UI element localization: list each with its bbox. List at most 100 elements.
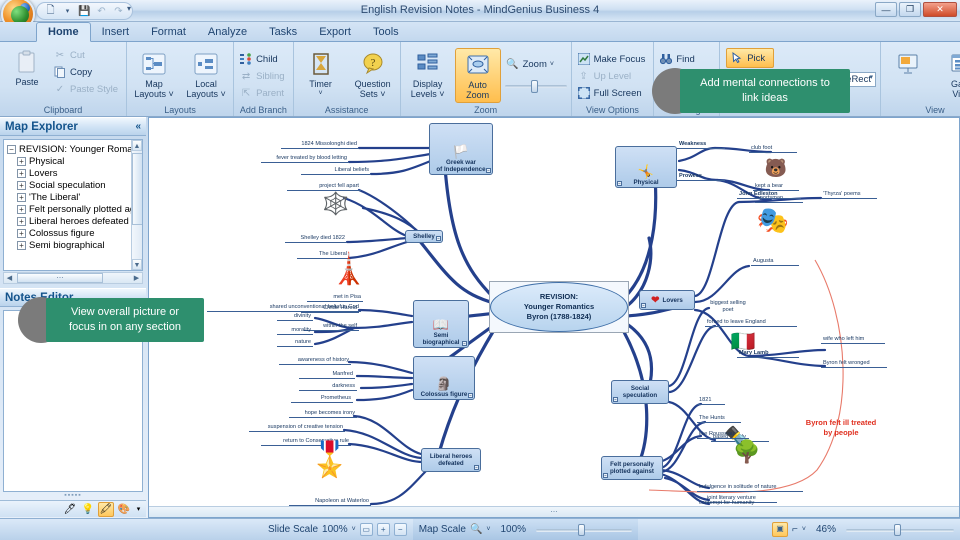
fit-to-window-icon[interactable]: ▣ <box>772 522 789 537</box>
presentation-view-button[interactable] <box>885 48 931 81</box>
mind-map-surface[interactable]: REVISION: Younger Romantics Byron (1788-… <box>149 118 959 517</box>
tree-expander-icon[interactable]: + <box>17 216 26 226</box>
leaf-fever-blood-letting[interactable]: fever treated by blood letting <box>261 155 349 163</box>
local-layouts-button[interactable]: Local Layouts ˅ <box>183 48 229 101</box>
tree-item-liberal-heroes-defeated[interactable]: + Liberal heroes defeated <box>4 215 142 227</box>
map-scale-slider[interactable] <box>536 523 633 536</box>
find-button[interactable]: Find <box>658 51 715 67</box>
tree-expander-icon[interactable]: + <box>17 228 26 238</box>
leaf-awareness-of-history[interactable]: awareness of history <box>279 357 351 365</box>
leaf-childe-harold[interactable]: Childe Harold <box>301 305 359 313</box>
collapse-marker-icon[interactable]: − <box>613 397 618 402</box>
tree-expander-icon[interactable]: + <box>17 192 26 202</box>
slide-zoom-in-button[interactable]: + <box>376 523 390 536</box>
center-node[interactable]: REVISION: Younger Romantics Byron (1788-… <box>489 281 629 333</box>
mind-map-canvas[interactable]: REVISION: Younger Romantics Byron (1788-… <box>148 117 960 518</box>
branch-lovers[interactable]: ❤ Lovers − <box>639 290 695 310</box>
map-scale-caret-icon[interactable]: ˅ <box>486 526 490 533</box>
zoom-slider-knob[interactable] <box>530 80 538 93</box>
tree-expander-icon[interactable]: + <box>17 204 26 214</box>
leaf-like-rousseau[interactable]: like Rousseau <box>697 431 749 439</box>
tree-item-social-speculation[interactable]: + Social speculation <box>4 179 142 191</box>
tree-horizontal-scrollbar[interactable]: ◀ ⋯ ▶ <box>3 272 143 284</box>
leaf-divinity[interactable]: divinity <box>277 313 313 321</box>
leaf-nature[interactable]: nature <box>277 339 313 347</box>
leaf-wife-who-left-him[interactable]: wife who left him <box>821 336 885 344</box>
scroll-up-icon[interactable]: ▲ <box>132 140 142 151</box>
leaf-1821[interactable]: 1821 <box>697 397 725 405</box>
slide-zoom-out-button[interactable]: − <box>393 523 407 536</box>
branch-physical[interactable]: 🤸 Physical − <box>615 146 677 188</box>
cut-button[interactable]: ✂ Cut <box>52 47 122 63</box>
scrollbar-thumb[interactable] <box>132 153 142 225</box>
leaf-club-foot[interactable]: club foot <box>749 145 797 153</box>
tree-root[interactable]: − REVISION: Younger Romantics B <box>4 143 142 155</box>
tree-item-felt-personally-plotted-against[interactable]: + Felt personally plotted agains <box>4 203 142 215</box>
map-layouts-button[interactable]: Map Layouts ˅ <box>131 48 177 101</box>
tab-insert[interactable]: Insert <box>91 23 141 41</box>
tree-item-semi-biographical[interactable]: + Semi biographical <box>4 239 142 251</box>
leaf-biggest-selling-poet[interactable]: biggest selling poet <box>705 300 751 314</box>
full-screen-button[interactable]: Full Screen <box>576 85 650 101</box>
question-bulb-icon[interactable]: 💡 <box>80 502 96 517</box>
leaf-forced-to-leave-england[interactable]: forced to leave England <box>705 319 797 327</box>
question-sets-button[interactable]: ? Question Sets ˅ <box>350 48 396 101</box>
slider-knob[interactable] <box>894 523 901 536</box>
collapse-marker-icon[interactable]: − <box>617 181 622 186</box>
palette-icon[interactable]: 🎨 <box>116 502 132 517</box>
auto-zoom-button[interactable]: Auto Zoom <box>454 48 501 103</box>
highlighter-icon[interactable]: 🖍 <box>98 501 114 517</box>
slide-fit-button[interactable]: ▭ <box>359 523 373 536</box>
leaf-missolonghi[interactable]: 1824 Missolonghi died <box>281 141 359 149</box>
branch-social-speculation[interactable]: Social speculation − <box>611 380 669 404</box>
tree-vertical-scrollbar[interactable]: ▲ ▼ <box>131 140 142 270</box>
leaf-shelley-died[interactable]: Shelley died 1822 <box>285 235 347 243</box>
leaf-weakness[interactable]: Weakness <box>677 141 725 149</box>
collapse-marker-icon[interactable]: − <box>436 236 441 241</box>
link-annotation[interactable]: Byron felt ill treated by people <box>789 418 893 438</box>
tree-expander-icon[interactable]: − <box>7 144 16 154</box>
slider-knob[interactable] <box>578 523 586 536</box>
branch-colossus-figure[interactable]: 🗿 Colossus figure − <box>413 356 475 400</box>
leaf-liberal-beliefs[interactable]: Liberal beliefs <box>301 167 371 175</box>
tab-home[interactable]: Home <box>36 22 91 42</box>
make-focus-button[interactable]: Make Focus <box>576 51 650 67</box>
collapse-marker-icon[interactable]: − <box>603 473 608 478</box>
tab-tools[interactable]: Tools <box>362 23 410 41</box>
leaf-thyrza-poems[interactable]: 'Thyrza' poems <box>821 191 877 199</box>
pick-button[interactable]: Pick <box>726 48 775 68</box>
view-zoom-slider[interactable] <box>846 523 954 536</box>
tree-item-lovers[interactable]: + Lovers <box>4 167 142 179</box>
leaf-indulgence-solitude-nature[interactable]: indulgence in solitude of nature <box>697 484 803 492</box>
scroll-right-icon[interactable]: ▶ <box>131 274 142 282</box>
collapse-marker-icon[interactable]: − <box>468 393 473 398</box>
leaf-augusta[interactable]: Augusta <box>751 258 799 266</box>
branch-greek-war-of-independence[interactable]: 🏳️ Greek war of Independence − <box>429 123 493 175</box>
scroll-left-icon[interactable]: ◀ <box>4 274 15 282</box>
tree-expander-icon[interactable]: + <box>17 156 26 166</box>
leaf-napoleon-at-waterloo[interactable]: Napoleon at Waterloo <box>289 498 371 506</box>
tab-tasks[interactable]: Tasks <box>258 23 308 41</box>
collapse-icon[interactable]: « <box>135 121 141 132</box>
gantt-view-button[interactable]: Gantt View <box>939 48 960 101</box>
minimize-button[interactable]: — <box>875 2 897 17</box>
timer-button[interactable]: Timer ˅ <box>298 48 344 101</box>
maximize-button[interactable]: ❐ <box>899 2 921 17</box>
collapse-marker-icon[interactable]: − <box>474 465 479 470</box>
leaf-suspension-creative-tension[interactable]: suspension of creative tension <box>249 424 345 432</box>
paste-style-button[interactable]: ✓ Paste Style <box>52 81 122 97</box>
close-button[interactable]: ✕ <box>923 2 957 17</box>
branch-semi-biographical[interactable]: 📖 Semi biographical − <box>413 300 469 348</box>
view-mode-icon[interactable]: ⌐ <box>792 524 798 535</box>
up-level-button[interactable]: ⇪ Up Level <box>576 68 650 84</box>
add-parent-button[interactable]: ⇱ Parent <box>238 85 289 101</box>
leaf-project-fell-apart[interactable]: project fell apart <box>287 183 361 191</box>
tree-item-the-liberal[interactable]: + 'The Liberal' <box>4 191 142 203</box>
tab-format[interactable]: Format <box>140 23 197 41</box>
branch-felt-personally-plotted-against[interactable]: Felt personally plotted against − <box>601 456 663 480</box>
scrollbar-thumb[interactable]: ⋯ <box>17 273 103 283</box>
leaf-morality[interactable]: morality <box>277 327 313 335</box>
leaf-darkness[interactable]: darkness <box>299 383 357 391</box>
tree-expander-icon[interactable]: + <box>17 168 26 178</box>
canvas-horizontal-scrollbar[interactable]: ⋯ <box>149 506 959 517</box>
